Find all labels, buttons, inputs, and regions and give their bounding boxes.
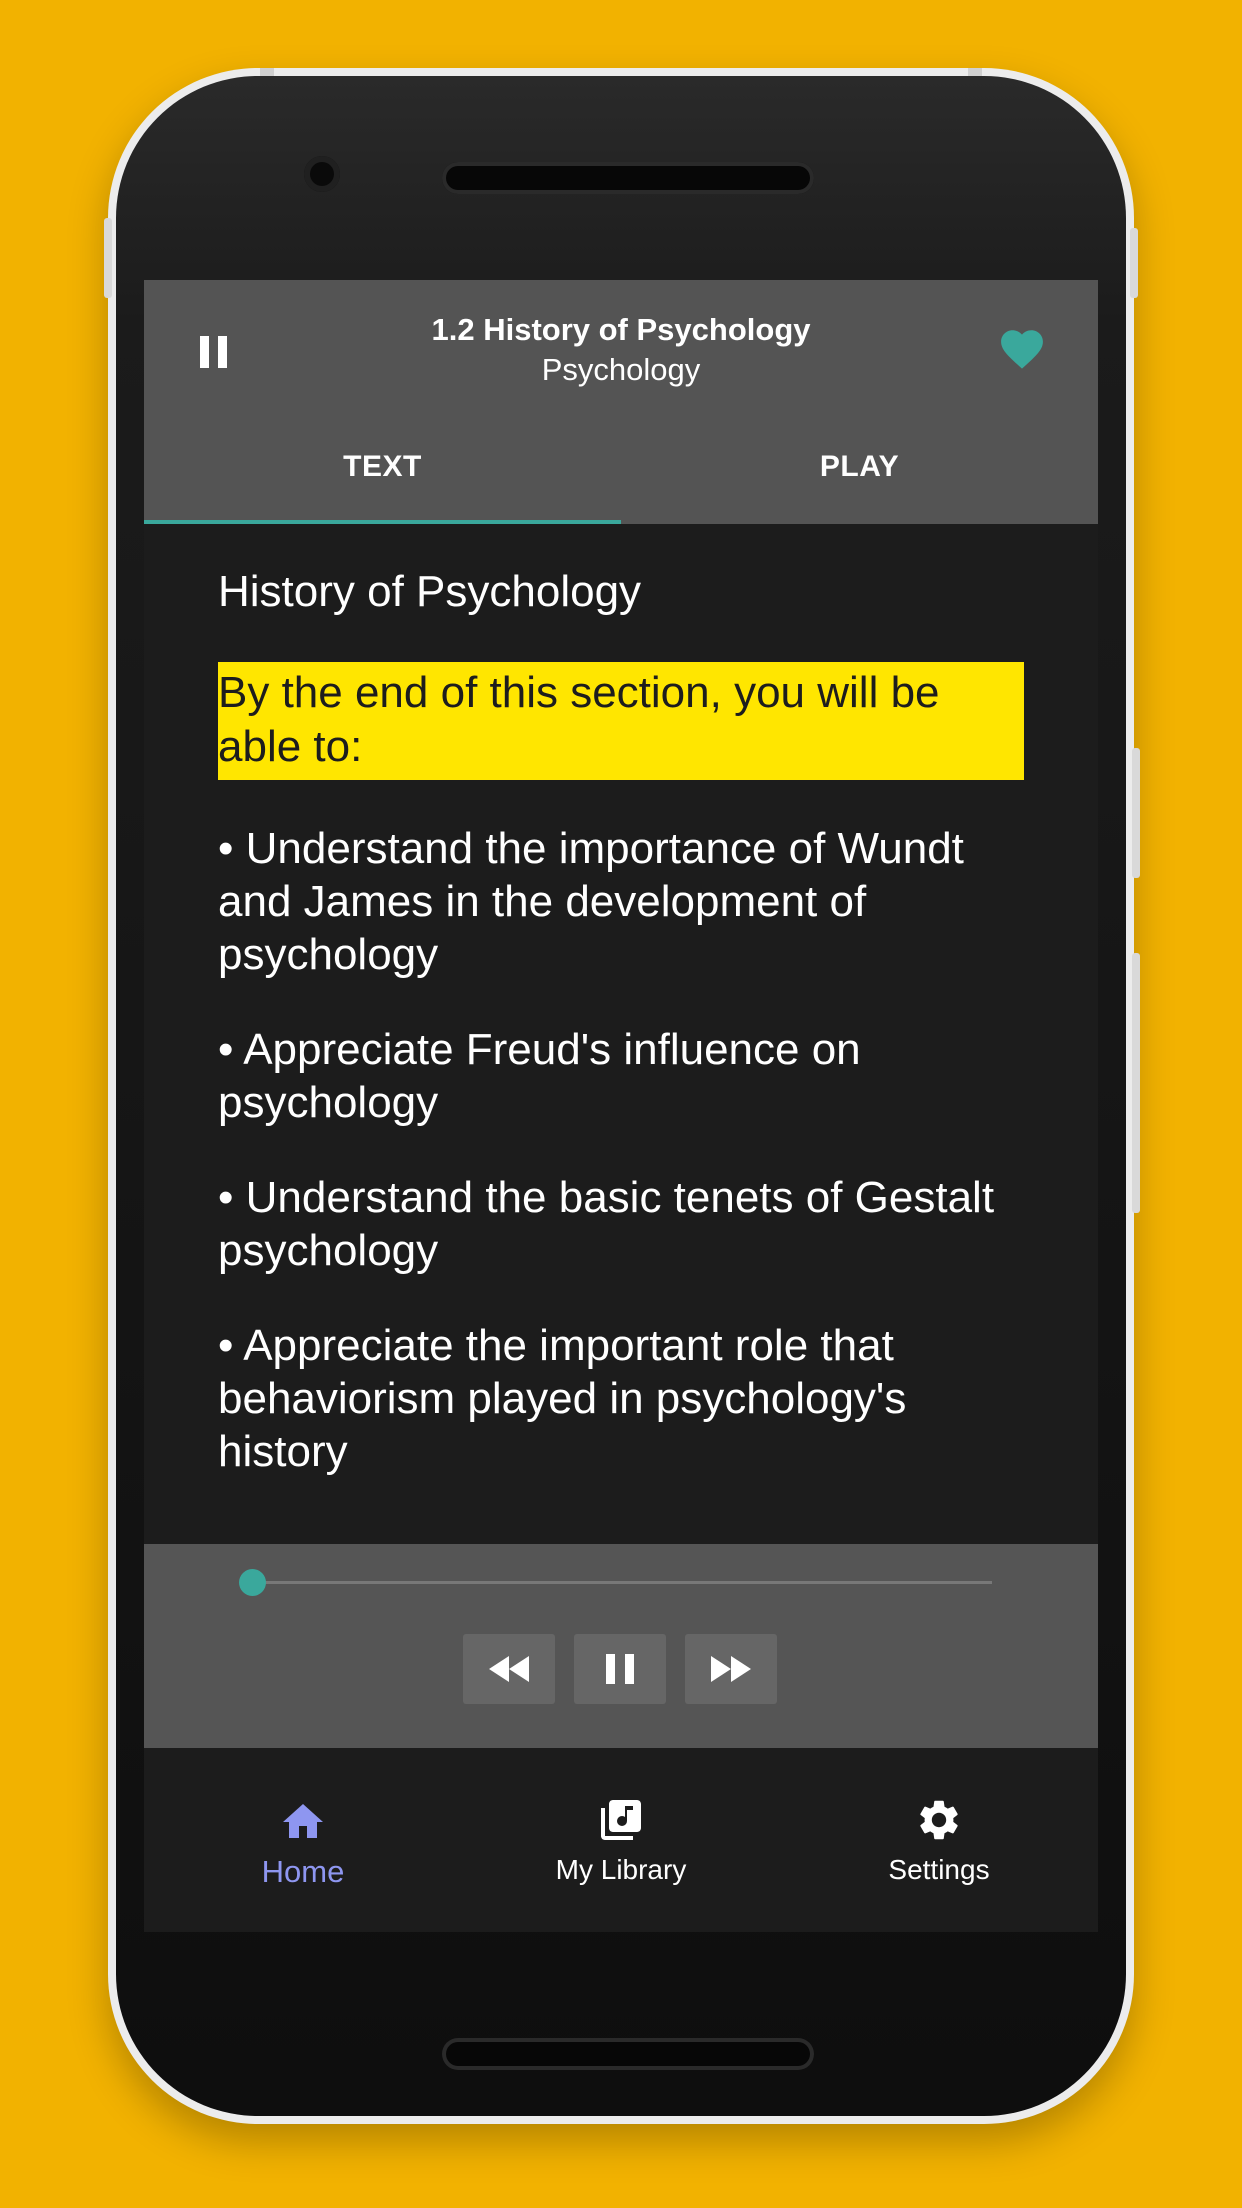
tab-bar: TEXT PLAY — [144, 410, 1098, 524]
reading-content: History of Psychology By the end of this… — [218, 524, 1024, 1478]
power-button — [1132, 748, 1140, 878]
rewind-icon — [489, 1656, 529, 1682]
highlighted-sentence: By the end of this section, you will be … — [218, 662, 1024, 780]
play-pause-button[interactable] — [574, 1634, 666, 1704]
bottom-speaker — [442, 2038, 814, 2070]
tab-play-label: PLAY — [819, 450, 900, 483]
pause-icon — [200, 336, 240, 368]
home-icon — [279, 1796, 327, 1844]
nav-my-library-label: My Library — [555, 1854, 687, 1885]
header-pause-button[interactable] — [200, 332, 240, 372]
nav-settings[interactable]: Settings — [780, 1748, 1098, 1932]
fast-forward-button[interactable] — [685, 1634, 777, 1704]
nav-home[interactable]: Home — [144, 1748, 462, 1932]
phone-side-button — [1130, 228, 1138, 298]
page-subtitle: Psychology — [541, 352, 701, 387]
heart-icon — [1001, 330, 1043, 369]
tab-text-label: TEXT — [343, 450, 422, 483]
gear-icon — [915, 1796, 963, 1844]
page-title: 1.2 History of Psychology — [431, 312, 811, 347]
objective-item: • Understand the basic tenets of Gestalt… — [218, 1173, 995, 1275]
fast-forward-icon — [711, 1656, 751, 1682]
rewind-button[interactable] — [463, 1634, 555, 1704]
progress-track[interactable] — [252, 1581, 992, 1584]
phone-nub — [968, 68, 982, 76]
phone-nub — [260, 68, 274, 76]
tab-text[interactable]: TEXT — [144, 410, 621, 524]
progress-thumb[interactable] — [239, 1569, 266, 1596]
objective-item: • Appreciate Freud's influence on psycho… — [218, 1025, 861, 1127]
bottom-navigation: Home My Library Settings — [144, 1748, 1098, 1932]
section-heading: History of Psychology — [218, 567, 642, 616]
phone-side-button — [104, 218, 112, 298]
pause-icon — [606, 1654, 634, 1684]
nav-settings-label: Settings — [888, 1854, 990, 1885]
volume-button — [1132, 953, 1140, 1213]
app-header: 1.2 History of Psychology Psychology TEX… — [144, 280, 1098, 524]
objective-item: • Appreciate the important role that beh… — [218, 1321, 907, 1476]
audio-player — [144, 1544, 1098, 1748]
nav-home-label: Home — [261, 1854, 345, 1889]
app-screen: 1.2 History of Psychology Psychology TEX… — [144, 280, 1098, 1932]
front-camera — [304, 156, 340, 192]
tab-play[interactable]: PLAY — [621, 410, 1098, 524]
favorite-button[interactable] — [996, 324, 1050, 372]
nav-my-library[interactable]: My Library — [462, 1748, 780, 1932]
top-speaker — [442, 162, 814, 194]
objective-item: • Understand the importance of Wundt and… — [218, 824, 964, 979]
library-music-icon — [597, 1796, 645, 1844]
title-block: 1.2 History of Psychology Psychology — [314, 310, 928, 390]
